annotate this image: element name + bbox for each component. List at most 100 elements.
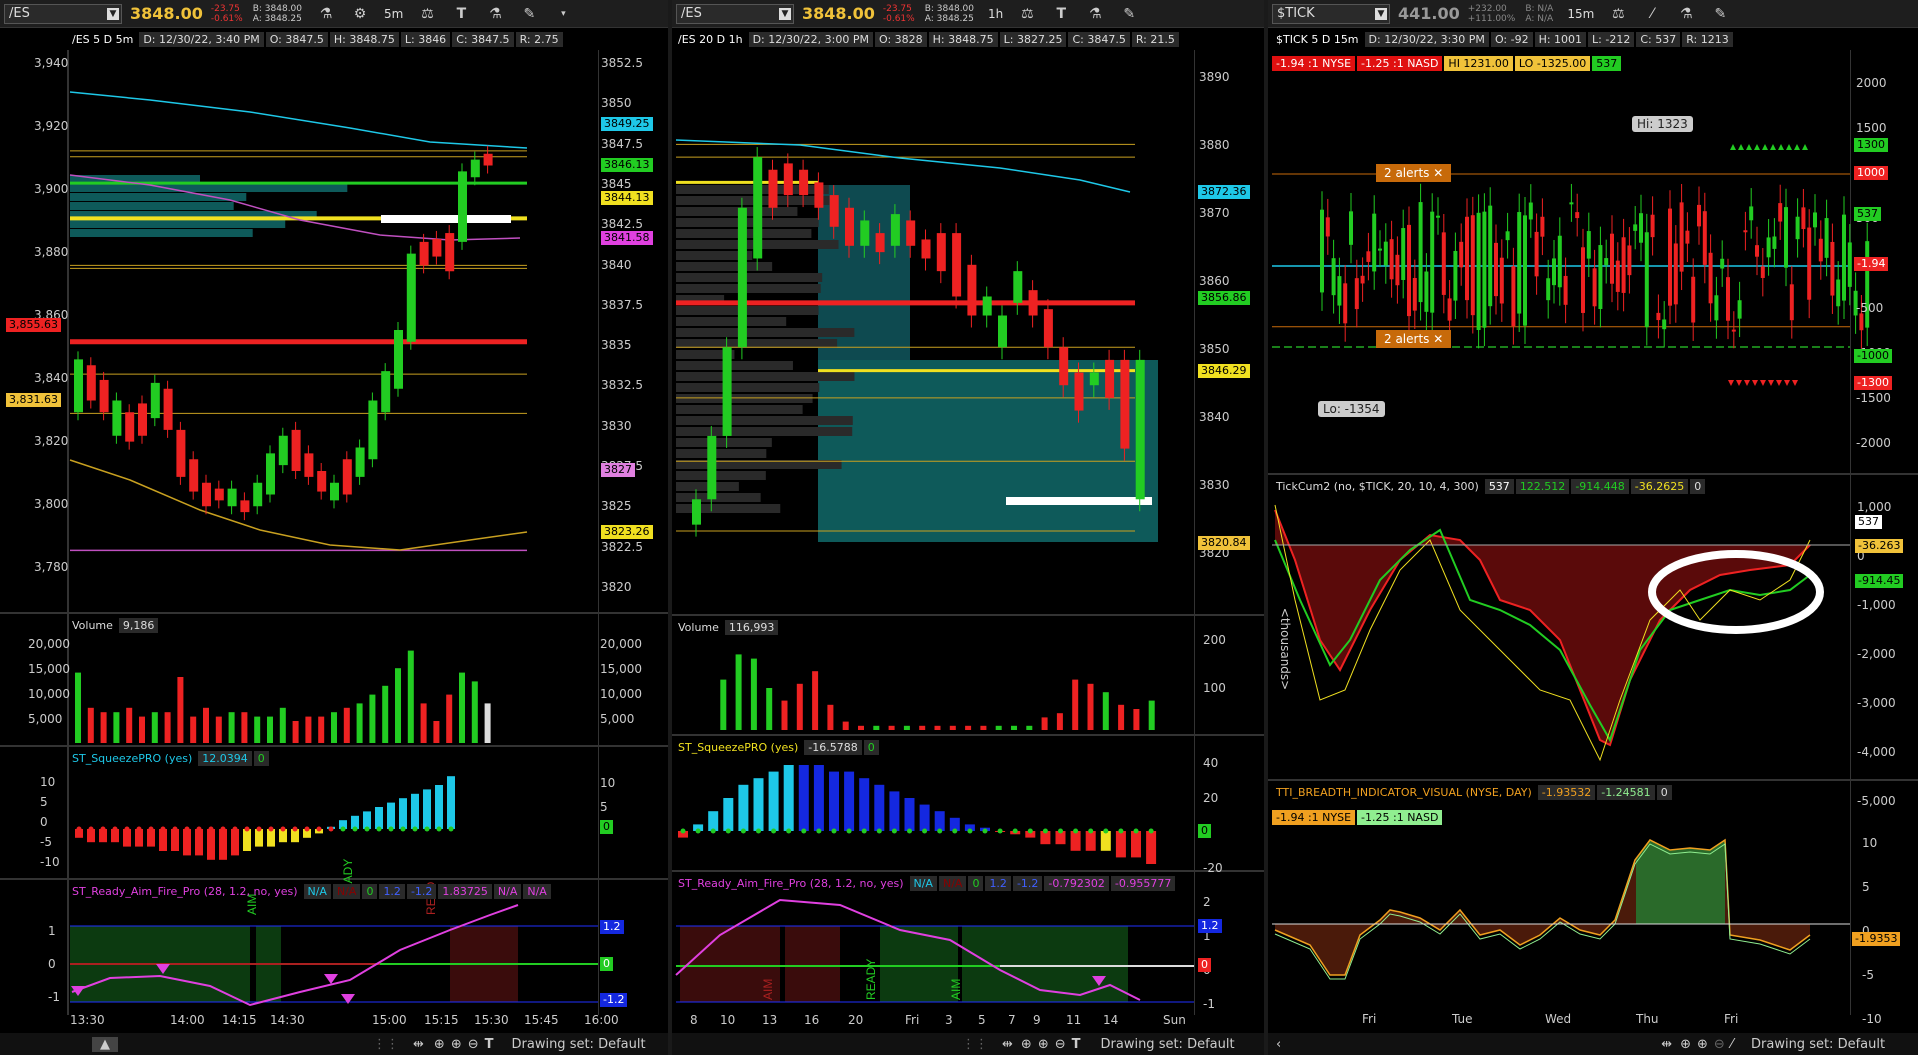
chevron-left-icon[interactable]: ‹: [1276, 1037, 1281, 1052]
panel3-symbol-selector[interactable]: $TICK ▼: [1272, 3, 1390, 24]
candle: [1726, 277, 1730, 321]
candle: [1378, 248, 1382, 251]
axis-tick: 3825: [601, 499, 632, 514]
drawing-icon[interactable]: ✎: [1119, 6, 1139, 22]
candle: [1789, 284, 1794, 321]
alert-label: 2 alerts: [1384, 166, 1430, 180]
axis-tick: 16: [804, 1013, 820, 1027]
axis-tick: 3845: [601, 176, 632, 191]
axis-tick: 3,920: [34, 119, 69, 133]
squeeze-bar: [1085, 831, 1096, 851]
volume-profile-bar: [676, 372, 855, 381]
squeeze-dot: [1058, 828, 1063, 834]
candle: [74, 359, 83, 413]
squeeze-dot: [937, 828, 943, 834]
tti-tags: -1.94 :1 NYSE -1.25 :1 NASD: [1272, 808, 1444, 826]
squeeze-bar: [219, 829, 227, 860]
nasd-ratio-tag: -1.25 :1 NASD: [1357, 55, 1443, 71]
candle: [1842, 214, 1846, 301]
pan-icon[interactable]: ⇹: [413, 1037, 424, 1052]
price-label: 3844.13: [601, 191, 653, 205]
volume-bar: [407, 650, 414, 743]
study-value: N/A: [493, 883, 522, 899]
study-icon[interactable]: ⚗: [1085, 6, 1105, 22]
drag-handle-icon[interactable]: ⋮⋮: [962, 1037, 988, 1052]
close-icon[interactable]: ✕: [1433, 332, 1443, 346]
style-icon[interactable]: ⚖: [417, 6, 437, 22]
drag-handle-icon[interactable]: ⋮⋮: [373, 1037, 399, 1052]
info-date: D: 12/30/22, 3:00 PM: [748, 31, 873, 47]
study-icon[interactable]: ⚗: [1676, 6, 1696, 22]
candle: [1697, 204, 1701, 227]
candle: [1523, 215, 1527, 326]
axis-tick: 3870: [1199, 206, 1230, 220]
candle: [1476, 212, 1481, 331]
signal-arrow: [1802, 144, 1808, 150]
chevron-down-icon[interactable]: ▼: [107, 7, 119, 20]
squeeze-dot: [1088, 828, 1094, 834]
drawing-set[interactable]: Drawing set: Default: [1751, 1037, 1885, 1052]
alert-flag-upper[interactable]: 2 alerts ✕: [1376, 164, 1452, 182]
chevron-down-icon[interactable]: ▼: [779, 7, 791, 20]
crosshair-icon[interactable]: ⊕: [1021, 1037, 1032, 1052]
zoom-in-icon[interactable]: ⊕: [1697, 1037, 1708, 1052]
crosshair-icon[interactable]: ⊕: [1680, 1037, 1691, 1052]
zoom-in-icon[interactable]: ⊕: [1038, 1037, 1049, 1052]
candle: [202, 482, 211, 507]
close-icon[interactable]: ✕: [1433, 166, 1443, 180]
zoom-out-icon[interactable]: ⊖: [1714, 1037, 1725, 1052]
panel2-symbol-selector[interactable]: /ES ▼: [676, 3, 794, 24]
pan-icon[interactable]: ⇹: [1661, 1037, 1672, 1052]
axis-tick: 3890: [1199, 70, 1230, 84]
last-price: 3848.00: [802, 4, 875, 23]
study-icon[interactable]: ⚗: [485, 6, 505, 22]
pan-icon[interactable]: ⇹: [1002, 1037, 1013, 1052]
moving-average-line: [675, 139, 1131, 193]
flask-icon[interactable]: ⚗: [316, 6, 336, 22]
zoom-in-icon[interactable]: ⊕: [451, 1037, 462, 1052]
candle: [1737, 300, 1742, 319]
text-icon[interactable]: T: [451, 6, 471, 22]
zoom-out-icon[interactable]: ⊖: [1055, 1037, 1066, 1052]
squeeze-dot: [756, 828, 761, 834]
line-tool-icon[interactable]: ⁄: [1731, 1037, 1733, 1052]
crosshair-icon[interactable]: ⊕: [434, 1037, 445, 1052]
pane-separator: [0, 612, 668, 614]
timeframe-selector[interactable]: 1h: [988, 7, 1003, 21]
drawing-icon[interactable]: ⁄: [1642, 6, 1662, 22]
axis-tick: 20: [1203, 791, 1219, 805]
volume-profile-bar: [70, 220, 286, 228]
nyse-ratio-tag: -1.94 :1 NYSE: [1272, 55, 1356, 71]
info-low: L: -212: [1588, 31, 1635, 47]
chevron-down-icon[interactable]: ▾: [553, 9, 573, 19]
axis-tick: 3,880: [34, 245, 69, 259]
timeframe-selector[interactable]: 5m: [384, 7, 403, 21]
gear-icon[interactable]: ⚙: [350, 6, 370, 22]
timeframe-selector[interactable]: 15m: [1567, 7, 1594, 21]
alert-flag-lower[interactable]: 2 alerts ✕: [1376, 330, 1452, 348]
candle: [278, 435, 288, 466]
study-value: 0: [863, 739, 879, 755]
candle: [1105, 359, 1115, 398]
volume-bar: [420, 703, 427, 743]
text-tool-icon[interactable]: T: [485, 1037, 494, 1052]
zoom-out-icon[interactable]: ⊖: [468, 1037, 479, 1052]
axis-tick: -20: [1203, 861, 1223, 875]
chevron-down-icon[interactable]: ▼: [1375, 7, 1387, 20]
drawing-icon[interactable]: ✎: [519, 6, 539, 22]
volume-bar: [331, 712, 337, 743]
style-icon[interactable]: ⚖: [1017, 6, 1037, 22]
axis-tick: 8: [690, 1013, 698, 1027]
text-tool-icon[interactable]: T: [1072, 1037, 1081, 1052]
signal-arrow: [1770, 144, 1776, 150]
squeeze-dot: [786, 828, 792, 834]
collapse-icon[interactable]: ▲: [92, 1036, 118, 1052]
drawing-set[interactable]: Drawing set: Default: [512, 1037, 646, 1052]
volume-profile-bar: [676, 339, 838, 348]
drawing-set[interactable]: Drawing set: Default: [1101, 1037, 1235, 1052]
pencil-icon[interactable]: ✎: [1710, 6, 1730, 22]
style-icon[interactable]: ⚖: [1608, 6, 1628, 22]
panel1-symbol-selector[interactable]: /ES ▼: [4, 3, 122, 24]
squeeze-dot: [861, 828, 867, 834]
text-icon[interactable]: T: [1051, 6, 1071, 22]
